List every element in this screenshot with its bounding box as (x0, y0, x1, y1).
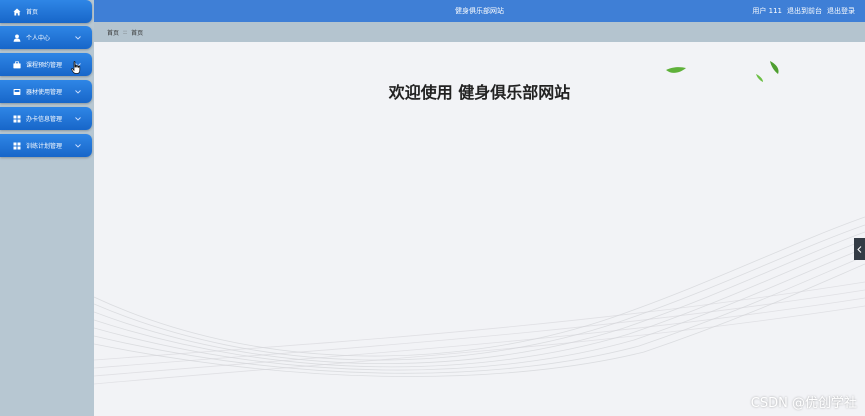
breadcrumb-root[interactable]: 首页 (107, 28, 119, 37)
sidebar-item-label: 办卡信息管理 (26, 116, 63, 123)
leaf-decoration (666, 67, 686, 73)
sidebar-item-label: 器材使用管理 (26, 89, 63, 96)
chevron-down-icon (75, 34, 85, 42)
sidebar-item-card-info[interactable]: 办卡信息管理 (0, 107, 92, 130)
briefcase-icon (13, 60, 21, 69)
home-icon (13, 8, 21, 16)
breadcrumb-current: 首页 (131, 29, 144, 37)
sidebar-item-label: 训练计划管理 (26, 143, 63, 150)
grid-icon (13, 115, 21, 123)
sidebar-item-label: 个人中心 (26, 35, 51, 42)
logout-link[interactable]: 退出登录 (827, 0, 855, 22)
sidebar-item-training-plan[interactable]: 训练计划管理 (0, 134, 92, 157)
sidebar-item-label: 首页 (26, 9, 39, 16)
current-user: 用户 111 (752, 7, 782, 15)
top-header: 健身俱乐部网站 用户 111 退出到前台 退出登录 (94, 0, 865, 22)
sidebar-item-label: 课程预约管理 (26, 62, 63, 69)
header-actions: 用户 111 退出到前台 退出登录 (752, 0, 855, 22)
collapse-toggle-button[interactable] (854, 238, 865, 260)
breadcrumb: 首页 :: 首页 (94, 22, 865, 42)
back-to-frontend-link[interactable]: 退出到前台 (787, 0, 822, 22)
user-icon (13, 34, 21, 42)
breadcrumb-separator: :: (123, 28, 128, 36)
grid-icon (13, 142, 21, 150)
site-title: 健身俱乐部网站 (455, 7, 504, 15)
sidebar-item-home[interactable]: 首页 (0, 0, 92, 23)
device-icon (13, 88, 21, 96)
sidebar-item-personal-center[interactable]: 个人中心 (0, 26, 92, 49)
chevron-down-icon (75, 142, 85, 150)
sidebar-item-equipment-usage[interactable]: 器材使用管理 (0, 80, 92, 103)
leaf-decoration (770, 61, 779, 74)
chevron-down-icon (75, 88, 85, 96)
main-content: 欢迎使用 健身俱乐部网站 CSDN @优创学社 (94, 42, 865, 416)
watermark: CSDN @优创学社 (750, 396, 857, 411)
hand-cursor-icon (71, 61, 81, 74)
chevron-down-icon (75, 115, 85, 123)
chevron-left-icon (857, 245, 862, 253)
welcome-heading: 欢迎使用 健身俱乐部网站 (388, 83, 571, 102)
